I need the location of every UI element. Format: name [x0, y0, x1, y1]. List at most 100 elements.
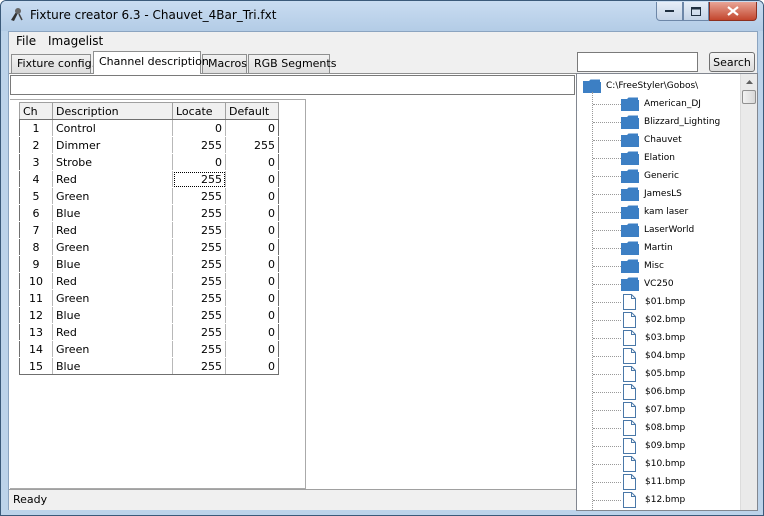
menu-file[interactable]: File: [16, 34, 36, 48]
tab-fixture-config[interactable]: Fixture config.: [11, 54, 95, 73]
cell-locate[interactable]: 255: [172, 187, 226, 205]
tree-file-item[interactable]: $03.bmp: [621, 329, 685, 347]
cell-description[interactable]: Red: [52, 221, 173, 239]
table-row[interactable]: 9 Blue 255 0: [19, 255, 279, 273]
search-input[interactable]: [577, 52, 698, 72]
table-row[interactable]: 4 Red 255 0: [19, 170, 279, 188]
table-row[interactable]: 8 Green 255 0: [19, 238, 279, 256]
cell-locate[interactable]: 0: [172, 153, 226, 171]
tree-folder-item[interactable]: VC250: [621, 275, 674, 293]
cell-ch[interactable]: 5: [19, 187, 53, 205]
tree-root[interactable]: C:\FreeStyler\Gobos\: [583, 77, 698, 95]
cell-default[interactable]: 0: [225, 255, 279, 273]
tree-file-item[interactable]: $07.bmp: [621, 401, 685, 419]
cell-default[interactable]: 0: [225, 204, 279, 222]
cell-locate[interactable]: 255: [172, 221, 226, 239]
cell-locate[interactable]: 255: [172, 357, 226, 375]
cell-ch[interactable]: 3: [19, 153, 53, 171]
table-row[interactable]: 11 Green 255 0: [19, 289, 279, 307]
cell-description[interactable]: Dimmer: [52, 136, 173, 154]
tree-folder-item[interactable]: LaserWorld: [621, 221, 694, 239]
table-row[interactable]: 3 Strobe 0 0: [19, 153, 279, 171]
table-row[interactable]: 14 Green 255 0: [19, 340, 279, 358]
table-row[interactable]: 6 Blue 255 0: [19, 204, 279, 222]
cell-ch[interactable]: 7: [19, 221, 53, 239]
cell-ch[interactable]: 1: [19, 119, 53, 137]
table-row[interactable]: 5 Green 255 0: [19, 187, 279, 205]
cell-ch[interactable]: 11: [19, 289, 53, 307]
cell-locate[interactable]: 255: [172, 255, 226, 273]
search-button[interactable]: Search: [709, 52, 755, 72]
tab-rgb-segments[interactable]: RGB Segments: [248, 54, 336, 73]
table-row[interactable]: 2 Dimmer 255 255: [19, 136, 279, 154]
tree-file-item[interactable]: $05.bmp: [621, 365, 685, 383]
cell-ch[interactable]: 10: [19, 272, 53, 290]
column-header-default[interactable]: Default: [225, 102, 279, 120]
tree-folder-item[interactable]: Blizzard_Lighting: [621, 113, 720, 131]
cell-locate[interactable]: 255: [172, 289, 226, 307]
table-row[interactable]: 12 Blue 255 0: [19, 306, 279, 324]
cell-default[interactable]: 0: [225, 153, 279, 171]
tree-folder-item[interactable]: Misc: [621, 257, 664, 275]
cell-ch[interactable]: 6: [19, 204, 53, 222]
tree-file-item[interactable]: $11.bmp: [621, 473, 685, 491]
cell-ch[interactable]: 2: [19, 136, 53, 154]
title-bar[interactable]: Fixture creator 6.3 - Chauvet_4Bar_Tri.f…: [1, 1, 763, 31]
cell-ch[interactable]: 14: [19, 340, 53, 358]
tree-folder-item[interactable]: Martin: [621, 239, 673, 257]
cell-ch[interactable]: 15: [19, 357, 53, 375]
cell-default[interactable]: 0: [225, 340, 279, 358]
tree-folder-item[interactable]: JamesLS: [621, 185, 682, 203]
cell-default[interactable]: 0: [225, 272, 279, 290]
cell-default[interactable]: 0: [225, 357, 279, 375]
minimize-button[interactable]: [656, 2, 683, 21]
tree-file-item[interactable]: $01.bmp: [621, 293, 685, 311]
tree-file-item[interactable]: $10.bmp: [621, 455, 685, 473]
table-row[interactable]: 13 Red 255 0: [19, 323, 279, 341]
tree-folder-item[interactable]: kam laser: [621, 203, 688, 221]
column-header-description[interactable]: Description: [52, 102, 173, 120]
gobo-tree[interactable]: C:\FreeStyler\Gobos\ American_DJ Blizzard_…: [576, 73, 758, 511]
cell-description[interactable]: Blue: [52, 357, 173, 375]
cell-locate[interactable]: 255: [172, 306, 226, 324]
tree-file-item[interactable]: $06.bmp: [621, 383, 685, 401]
tree-file-item[interactable]: $08.bmp: [621, 419, 685, 437]
tree-file-item[interactable]: $12.bmp: [621, 491, 685, 509]
table-row[interactable]: 10 Red 255 0: [19, 272, 279, 290]
cell-locate[interactable]: 255: [172, 272, 226, 290]
cell-description[interactable]: Green: [52, 187, 173, 205]
tree-folder-item[interactable]: Generic: [621, 167, 679, 185]
maximize-button[interactable]: [683, 2, 709, 21]
cell-description[interactable]: Blue: [52, 306, 173, 324]
cell-locate[interactable]: 0: [172, 119, 226, 137]
cell-description[interactable]: Green: [52, 289, 173, 307]
tree-scrollbar[interactable]: [740, 74, 757, 510]
cell-description[interactable]: Green: [52, 238, 173, 256]
tab-channel-description[interactable]: Channel description: [93, 51, 209, 74]
cell-default[interactable]: 255: [225, 136, 279, 154]
cell-default[interactable]: 0: [225, 221, 279, 239]
channel-info-field[interactable]: [10, 75, 575, 95]
cell-description[interactable]: Red: [52, 323, 173, 341]
cell-default[interactable]: 0: [225, 323, 279, 341]
cell-description[interactable]: Strobe: [52, 153, 173, 171]
cell-ch[interactable]: 13: [19, 323, 53, 341]
scroll-thumb[interactable]: [742, 90, 756, 104]
cell-ch[interactable]: 4: [19, 170, 53, 188]
cell-default[interactable]: 0: [225, 289, 279, 307]
table-row[interactable]: 15 Blue 255 0: [19, 357, 279, 375]
cell-default[interactable]: 0: [225, 187, 279, 205]
tree-folder-item[interactable]: American_DJ: [621, 95, 701, 113]
scroll-up-button[interactable]: [741, 74, 757, 90]
cell-description[interactable]: Red: [52, 170, 173, 188]
cell-locate[interactable]: 255: [172, 204, 226, 222]
menu-imagelist[interactable]: Imagelist: [48, 34, 103, 48]
cell-locate[interactable]: 255: [172, 170, 226, 188]
column-header-ch[interactable]: Ch: [19, 102, 53, 120]
cell-description[interactable]: Blue: [52, 255, 173, 273]
close-button[interactable]: [709, 2, 757, 21]
cell-locate[interactable]: 255: [172, 136, 226, 154]
cell-default[interactable]: 0: [225, 238, 279, 256]
cell-locate[interactable]: 255: [172, 323, 226, 341]
table-row[interactable]: 7 Red 255 0: [19, 221, 279, 239]
